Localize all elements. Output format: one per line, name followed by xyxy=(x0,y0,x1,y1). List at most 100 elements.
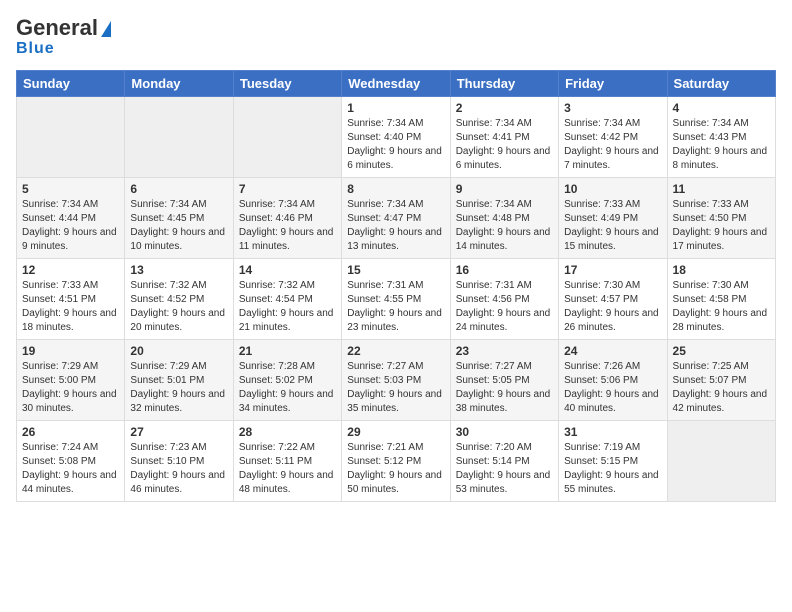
calendar-cell: 5Sunrise: 7:34 AMSunset: 4:44 PMDaylight… xyxy=(17,177,125,258)
day-number: 20 xyxy=(130,344,227,358)
calendar-table: SundayMondayTuesdayWednesdayThursdayFrid… xyxy=(16,70,776,502)
calendar-cell: 24 Sunrise: 7:26 AMSunset: 5:06 PMDayligh… xyxy=(559,339,667,420)
calendar-cell: 14 Sunrise: 7:32 AMSunset: 4:54 PMDayligh… xyxy=(233,258,341,339)
day-info: Sunrise: 7:34 AMSunset: 4:46 PMDaylight:… xyxy=(239,198,336,254)
day-info: Sunrise: 7:29 AMSunset: 5:00 PMDaylight:… xyxy=(22,360,119,416)
day-info: Sunrise: 7:34 AMSunset: 4:42 PMDaylight:… xyxy=(564,117,661,173)
calendar-cell: 4Sunrise: 7:34 AMSunset: 4:43 PMDaylight… xyxy=(667,96,775,177)
calendar-cell: 29Sunrise: 7:21 AMSunset: 5:12 PMDayligh… xyxy=(342,420,450,501)
day-info: Sunrise: 7:25 AMSunset: 5:07 PMDaylight:… xyxy=(673,360,770,416)
weekday-header-friday: Friday xyxy=(559,70,667,96)
day-number: 27 xyxy=(130,425,227,439)
calendar-cell: 8Sunrise: 7:34 AMSunset: 4:47 PMDaylight… xyxy=(342,177,450,258)
calendar-body: 1 Sunrise: 7:34 AMSunset: 4:40 PMDaylight… xyxy=(17,96,776,501)
calendar-cell: 26 Sunrise: 7:24 AMSunset: 5:08 PMDayligh… xyxy=(17,420,125,501)
calendar-cell: 10 Sunrise: 7:33 AMSunset: 4:49 PMDayligh… xyxy=(559,177,667,258)
calendar-week-4: 19 Sunrise: 7:29 AMSunset: 5:00 PMDayligh… xyxy=(17,339,776,420)
day-number: 24 xyxy=(564,344,661,358)
calendar-cell: 9 Sunrise: 7:34 AMSunset: 4:48 PMDaylight… xyxy=(450,177,558,258)
day-number: 28 xyxy=(239,425,336,439)
day-info: Sunrise: 7:31 AMSunset: 4:55 PMDaylight:… xyxy=(347,279,444,335)
calendar-cell: 20 Sunrise: 7:29 AMSunset: 5:01 PMDayligh… xyxy=(125,339,233,420)
calendar-cell: 17 Sunrise: 7:30 AMSunset: 4:57 PMDayligh… xyxy=(559,258,667,339)
day-info: Sunrise: 7:34 AMSunset: 4:40 PMDaylight:… xyxy=(347,117,444,173)
day-number: 13 xyxy=(130,263,227,277)
calendar-week-2: 5Sunrise: 7:34 AMSunset: 4:44 PMDaylight… xyxy=(17,177,776,258)
day-number: 30 xyxy=(456,425,553,439)
day-info: Sunrise: 7:29 AMSunset: 5:01 PMDaylight:… xyxy=(130,360,227,416)
calendar-cell: 18Sunrise: 7:30 AMSunset: 4:58 PMDayligh… xyxy=(667,258,775,339)
calendar-cell: 2Sunrise: 7:34 AMSunset: 4:41 PMDaylight… xyxy=(450,96,558,177)
logo-general: General xyxy=(16,16,111,40)
logo-blue-text: Blue xyxy=(16,40,111,58)
day-info: Sunrise: 7:27 AMSunset: 5:03 PMDaylight:… xyxy=(347,360,444,416)
calendar-cell: 6 Sunrise: 7:34 AMSunset: 4:45 PMDaylight… xyxy=(125,177,233,258)
day-info: Sunrise: 7:34 AMSunset: 4:48 PMDaylight:… xyxy=(456,198,553,254)
day-info: Sunrise: 7:32 AMSunset: 4:52 PMDaylight:… xyxy=(130,279,227,335)
day-info: Sunrise: 7:23 AMSunset: 5:10 PMDaylight:… xyxy=(130,441,227,497)
day-number: 12 xyxy=(22,263,119,277)
day-info: Sunrise: 7:24 AMSunset: 5:08 PMDaylight:… xyxy=(22,441,119,497)
day-number: 9 xyxy=(456,182,553,196)
day-number: 7 xyxy=(239,182,336,196)
day-info: Sunrise: 7:32 AMSunset: 4:54 PMDaylight:… xyxy=(239,279,336,335)
day-number: 16 xyxy=(456,263,553,277)
calendar-cell: 27 Sunrise: 7:23 AMSunset: 5:10 PMDayligh… xyxy=(125,420,233,501)
day-info: Sunrise: 7:33 AMSunset: 4:51 PMDaylight:… xyxy=(22,279,119,335)
calendar-cell: 22Sunrise: 7:27 AMSunset: 5:03 PMDayligh… xyxy=(342,339,450,420)
day-info: Sunrise: 7:31 AMSunset: 4:56 PMDaylight:… xyxy=(456,279,553,335)
weekday-header-row: SundayMondayTuesdayWednesdayThursdayFrid… xyxy=(17,70,776,96)
day-info: Sunrise: 7:30 AMSunset: 4:58 PMDaylight:… xyxy=(673,279,770,335)
day-number: 10 xyxy=(564,182,661,196)
day-number: 26 xyxy=(22,425,119,439)
day-info: Sunrise: 7:20 AMSunset: 5:14 PMDaylight:… xyxy=(456,441,553,497)
calendar-cell: 31 Sunrise: 7:19 AMSunset: 5:15 PMDayligh… xyxy=(559,420,667,501)
day-info: Sunrise: 7:30 AMSunset: 4:57 PMDaylight:… xyxy=(564,279,661,335)
day-info: Sunrise: 7:27 AMSunset: 5:05 PMDaylight:… xyxy=(456,360,553,416)
day-number: 19 xyxy=(22,344,119,358)
page-container: General Blue SundayMondayTuesdayWednesda… xyxy=(0,0,792,518)
calendar-cell: 12 Sunrise: 7:33 AMSunset: 4:51 PMDayligh… xyxy=(17,258,125,339)
day-number: 1 xyxy=(347,101,444,115)
calendar-cell: 21Sunrise: 7:28 AMSunset: 5:02 PMDayligh… xyxy=(233,339,341,420)
calendar-cell: 15Sunrise: 7:31 AMSunset: 4:55 PMDayligh… xyxy=(342,258,450,339)
weekday-header-sunday: Sunday xyxy=(17,70,125,96)
day-number: 11 xyxy=(673,182,770,196)
day-number: 14 xyxy=(239,263,336,277)
day-info: Sunrise: 7:28 AMSunset: 5:02 PMDaylight:… xyxy=(239,360,336,416)
weekday-header-monday: Monday xyxy=(125,70,233,96)
calendar-cell: 1 Sunrise: 7:34 AMSunset: 4:40 PMDaylight… xyxy=(342,96,450,177)
day-info: Sunrise: 7:19 AMSunset: 5:15 PMDaylight:… xyxy=(564,441,661,497)
day-number: 29 xyxy=(347,425,444,439)
calendar-cell: 23Sunrise: 7:27 AMSunset: 5:05 PMDayligh… xyxy=(450,339,558,420)
weekday-header-wednesday: Wednesday xyxy=(342,70,450,96)
calendar-cell xyxy=(17,96,125,177)
calendar-cell: 7 Sunrise: 7:34 AMSunset: 4:46 PMDaylight… xyxy=(233,177,341,258)
day-info: Sunrise: 7:26 AMSunset: 5:06 PMDaylight:… xyxy=(564,360,661,416)
day-info: Sunrise: 7:33 AMSunset: 4:50 PMDaylight:… xyxy=(673,198,770,254)
calendar-cell: 13 Sunrise: 7:32 AMSunset: 4:52 PMDayligh… xyxy=(125,258,233,339)
day-number: 17 xyxy=(564,263,661,277)
calendar-cell: 25Sunrise: 7:25 AMSunset: 5:07 PMDayligh… xyxy=(667,339,775,420)
day-number: 31 xyxy=(564,425,661,439)
calendar-cell: 16 Sunrise: 7:31 AMSunset: 4:56 PMDayligh… xyxy=(450,258,558,339)
day-info: Sunrise: 7:33 AMSunset: 4:49 PMDaylight:… xyxy=(564,198,661,254)
calendar-cell: 19 Sunrise: 7:29 AMSunset: 5:00 PMDayligh… xyxy=(17,339,125,420)
day-number: 4 xyxy=(673,101,770,115)
logo-general-text: General xyxy=(16,16,98,40)
calendar-cell: 3Sunrise: 7:34 AMSunset: 4:42 PMDaylight… xyxy=(559,96,667,177)
day-number: 5 xyxy=(22,182,119,196)
day-info: Sunrise: 7:22 AMSunset: 5:11 PMDaylight:… xyxy=(239,441,336,497)
day-info: Sunrise: 7:34 AMSunset: 4:45 PMDaylight:… xyxy=(130,198,227,254)
day-number: 6 xyxy=(130,182,227,196)
weekday-header-saturday: Saturday xyxy=(667,70,775,96)
calendar-cell xyxy=(125,96,233,177)
calendar-cell xyxy=(233,96,341,177)
logo: General Blue xyxy=(16,16,111,58)
weekday-header-thursday: Thursday xyxy=(450,70,558,96)
day-number: 2 xyxy=(456,101,553,115)
calendar-week-1: 1 Sunrise: 7:34 AMSunset: 4:40 PMDaylight… xyxy=(17,96,776,177)
day-number: 8 xyxy=(347,182,444,196)
calendar-cell xyxy=(667,420,775,501)
logo-triangle-icon xyxy=(101,21,111,37)
